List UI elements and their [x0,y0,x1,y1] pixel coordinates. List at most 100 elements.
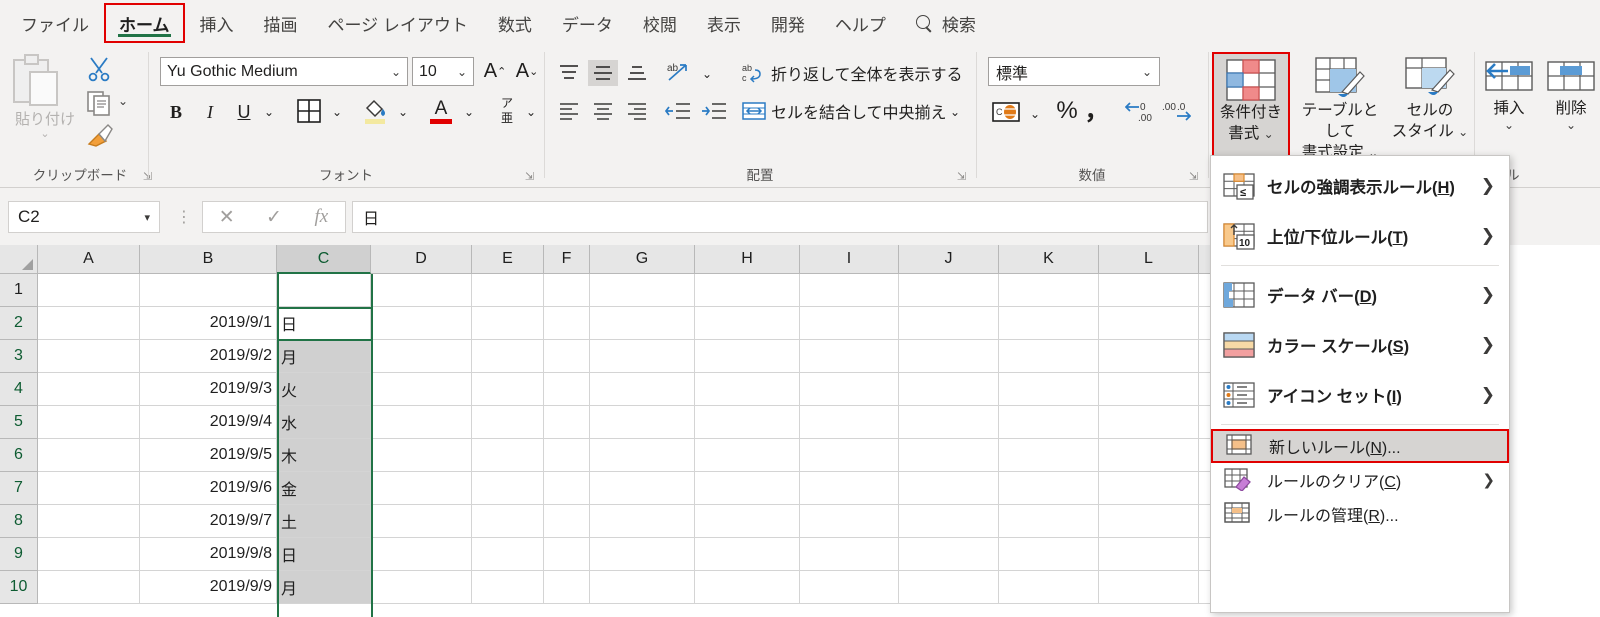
chevron-down-icon[interactable]: ⌄ [1566,118,1576,132]
cell-E5[interactable] [472,406,544,439]
cell-G2[interactable] [590,307,695,340]
cell-J1[interactable] [899,274,999,307]
cell-styles-button[interactable]: セルの スタイル ⌄ [1390,52,1470,172]
cell-L10[interactable] [1099,571,1199,604]
font-color-button[interactable]: A [426,94,456,128]
font-dialog-launcher[interactable]: ⇲ [525,171,537,183]
cancel-formula-button[interactable]: ✕ [203,202,250,232]
font-color-dropdown-chevron[interactable]: ⌄ [460,100,478,124]
cell-K8[interactable] [999,505,1099,538]
cell-J3[interactable] [899,340,999,373]
cell-B1[interactable] [140,274,277,307]
cell-L3[interactable] [1099,340,1199,373]
accounting-format-button[interactable]: C [990,98,1022,126]
cell-F6[interactable] [544,439,590,472]
tab-insert[interactable]: 挿入 [185,3,249,43]
orientation-dropdown-chevron[interactable]: ⌄ [698,62,716,86]
column-header-A[interactable]: A [38,245,140,274]
fill-color-button[interactable] [360,96,390,126]
cell-A1[interactable] [38,274,140,307]
cell-F7[interactable] [544,472,590,505]
tab-home[interactable]: ホーム [104,3,185,43]
align-middle-button[interactable] [588,60,618,86]
tab-draw[interactable]: 描画 [249,3,313,43]
cell-G10[interactable] [590,571,695,604]
cell-F5[interactable] [544,406,590,439]
cell-J10[interactable] [899,571,999,604]
fill-color-dropdown-chevron[interactable]: ⌄ [394,100,412,124]
borders-dropdown-chevron[interactable]: ⌄ [328,100,346,124]
menu-item-clear-rules[interactable]: ルールのクリア(C) ❯ [1211,463,1509,497]
cell-K2[interactable] [999,307,1099,340]
cell-E3[interactable] [472,340,544,373]
cell-A2[interactable] [38,307,140,340]
cell-H3[interactable] [695,340,800,373]
column-header-H[interactable]: H [695,245,800,274]
comma-style-button[interactable]: ， [1084,94,1110,125]
row-header-3[interactable]: 3 [0,340,38,373]
cell-G9[interactable] [590,538,695,571]
cell-H10[interactable] [695,571,800,604]
merge-center-button[interactable]: セルを結合して中央揃え [742,98,947,124]
tab-view[interactable]: 表示 [692,3,756,43]
borders-button[interactable] [294,96,324,126]
cell-B6[interactable]: 2019/9/5 [140,439,277,472]
cell-I7[interactable] [800,472,899,505]
column-header-K[interactable]: K [999,245,1099,274]
cell-G5[interactable] [590,406,695,439]
tab-file[interactable]: ファイル [6,3,104,43]
cell-C5[interactable]: 水 [277,406,371,439]
percent-style-button[interactable]: % [1052,96,1082,126]
cell-A5[interactable] [38,406,140,439]
cell-C4[interactable]: 火 [277,373,371,406]
cell-E6[interactable] [472,439,544,472]
cell-L1[interactable] [1099,274,1199,307]
cell-D9[interactable] [371,538,472,571]
insert-cells-button[interactable]: 挿入 ⌄ [1480,52,1538,162]
chevron-down-icon[interactable]: ⌄ [1458,125,1468,139]
row-header-6[interactable]: 6 [0,439,38,472]
cell-E9[interactable] [472,538,544,571]
cell-L4[interactable] [1099,373,1199,406]
align-center-button[interactable] [588,98,618,124]
cell-H4[interactable] [695,373,800,406]
cell-K6[interactable] [999,439,1099,472]
cell-A3[interactable] [38,340,140,373]
cell-D7[interactable] [371,472,472,505]
cell-B7[interactable]: 2019/9/6 [140,472,277,505]
cell-D1[interactable] [371,274,472,307]
cell-A7[interactable] [38,472,140,505]
align-bottom-button[interactable] [622,60,652,86]
search-box[interactable]: 検索 [901,11,991,36]
cell-G4[interactable] [590,373,695,406]
cell-H8[interactable] [695,505,800,538]
increase-indent-button[interactable] [698,98,730,124]
decrease-decimal-button[interactable]: .00 .0 [1160,98,1192,126]
font-name-input[interactable]: Yu Gothic Medium ⌄ [160,57,408,86]
cell-I8[interactable] [800,505,899,538]
column-header-E[interactable]: E [472,245,544,274]
cell-L6[interactable] [1099,439,1199,472]
copy-dropdown-chevron[interactable]: ⌄ [118,94,128,108]
cell-J9[interactable] [899,538,999,571]
underline-dropdown-chevron[interactable]: ⌄ [260,100,278,124]
formula-bar-handle[interactable]: ⋮ [176,207,192,227]
cell-F3[interactable] [544,340,590,373]
cell-I5[interactable] [800,406,899,439]
cell-E10[interactable] [472,571,544,604]
row-header-4[interactable]: 4 [0,373,38,406]
cell-B2[interactable]: 2019/9/1 [140,307,277,340]
cell-C9[interactable]: 日 [277,538,371,571]
cell-A4[interactable] [38,373,140,406]
row-header-9[interactable]: 9 [0,538,38,571]
cell-F10[interactable] [544,571,590,604]
cell-I10[interactable] [800,571,899,604]
cell-J2[interactable] [899,307,999,340]
merge-dropdown-chevron[interactable]: ⌄ [946,100,964,124]
row-header-1[interactable]: 1 [0,274,38,307]
menu-item-top-bottom-rules[interactable]: 10 上位/下位ルール(T) ❯ [1211,211,1509,261]
row-header-10[interactable]: 10 [0,571,38,604]
paste-button[interactable]: 貼り付け ⌄ [8,54,82,140]
chevron-down-icon[interactable]: ⌄ [1504,118,1514,132]
cell-H1[interactable] [695,274,800,307]
